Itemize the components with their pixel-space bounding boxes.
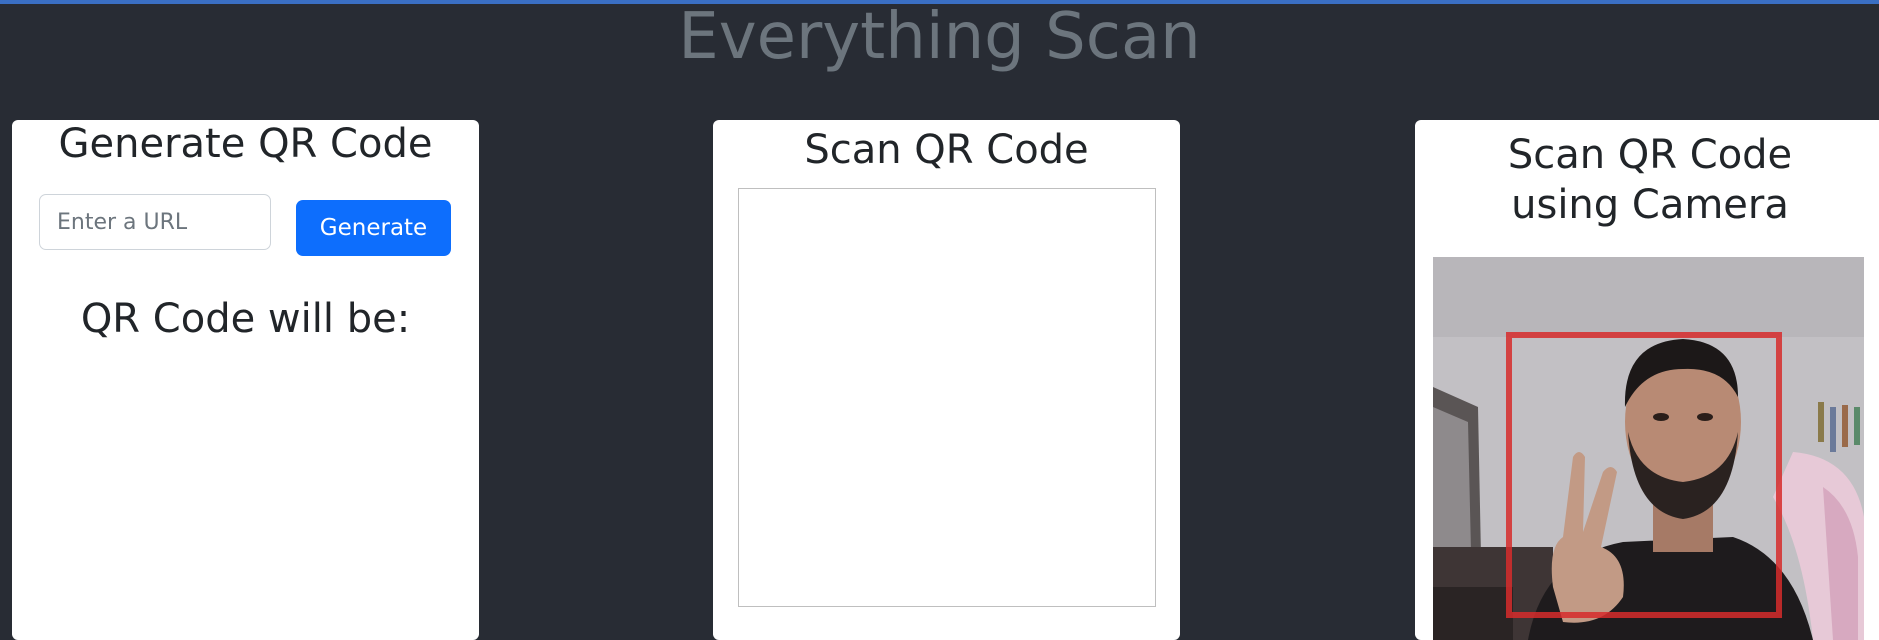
camera-feed <box>1433 257 1864 640</box>
camera-card-title: Scan QR Code using Camera <box>1415 130 1879 230</box>
qr-result-heading: QR Code will be: <box>80 296 411 342</box>
url-input[interactable] <box>39 194 271 250</box>
camera-scan-card: Scan QR Code using Camera <box>1415 120 1879 640</box>
scan-card-title: Scan QR Code <box>804 127 1089 173</box>
generate-button[interactable]: Generate <box>296 200 451 256</box>
app-title: Everything Scan <box>678 0 1201 74</box>
camera-title-line2: using Camera <box>1511 182 1789 228</box>
camera-title-line1: Scan QR Code <box>1507 132 1793 178</box>
generate-qr-card: Generate QR Code Generate QR Code will b… <box>12 120 479 640</box>
generate-card-title: Generate QR Code <box>58 121 433 167</box>
scan-image-dropzone[interactable] <box>738 188 1156 607</box>
scan-qr-card: Scan QR Code <box>713 120 1180 640</box>
camera-video-frame <box>1433 257 1864 640</box>
